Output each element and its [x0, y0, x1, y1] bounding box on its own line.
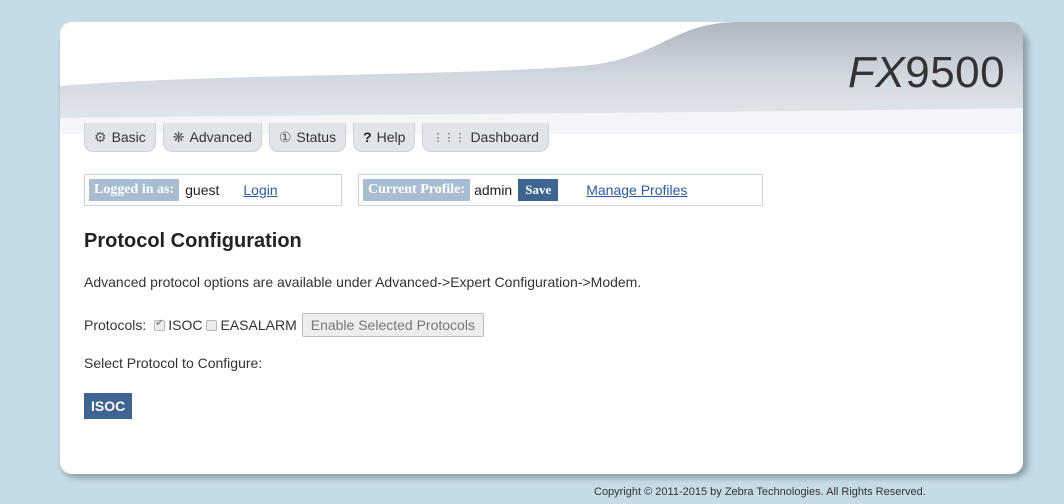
easalarm-checkbox-label: EASALARM — [220, 317, 297, 333]
tab-status-label: Status — [296, 129, 337, 145]
login-status-bar: Logged in as: guest Login — [84, 174, 342, 206]
save-profile-button[interactable]: Save — [518, 179, 559, 201]
grid-dots-icon: ⋮⋮⋮ — [432, 131, 466, 144]
page-description: Advanced protocol options are available … — [84, 274, 642, 290]
protocols-label: Protocols: — [84, 317, 147, 333]
login-link[interactable]: Login — [243, 182, 277, 198]
main-panel: FX9500 ⚙ Basic ❋ Advanced ① Status ? Hel… — [60, 22, 1023, 474]
page-title: Protocol Configuration — [84, 230, 302, 252]
isoc-checkbox[interactable] — [154, 318, 166, 331]
profile-bar: Current Profile: admin Save Manage Profi… — [358, 174, 763, 206]
current-profile-label: Current Profile: — [363, 179, 471, 201]
info-circle-icon: ① — [278, 128, 292, 145]
question-icon: ? — [363, 129, 372, 145]
profile-value: admin — [474, 182, 513, 198]
tab-dashboard[interactable]: ⋮⋮⋮ Dashboard — [422, 123, 549, 152]
tab-advanced-label: Advanced — [189, 129, 252, 145]
protocols-row: Protocols: ISOC EASALARM Enable Selected… — [84, 312, 484, 338]
logo-prefix: FX — [848, 48, 906, 97]
gear-icon: ⚙ — [94, 128, 107, 145]
isoc-checkbox-label: ISOC — [168, 317, 203, 333]
tab-help[interactable]: ? Help — [353, 123, 416, 152]
logo-suffix: 9500 — [905, 48, 1006, 97]
tab-help-label: Help — [376, 129, 406, 145]
gears-icon: ❋ — [172, 128, 185, 145]
main-tabs: ⚙ Basic ❋ Advanced ① Status ? Help ⋮⋮⋮ D… — [84, 121, 549, 152]
tab-basic-label: Basic — [111, 129, 146, 145]
logged-in-label: Logged in as: — [89, 179, 180, 201]
tab-advanced[interactable]: ❋ Advanced — [162, 123, 262, 152]
select-protocol-label: Select Protocol to Configure: — [84, 355, 263, 371]
tab-dashboard-label: Dashboard — [470, 129, 539, 145]
product-logo: FX9500 — [848, 48, 1005, 98]
username-value: guest — [185, 182, 220, 198]
isoc-protocol-button[interactable]: ISOC — [84, 393, 133, 419]
tab-basic[interactable]: ⚙ Basic — [84, 123, 156, 152]
enable-selected-protocols-button[interactable]: Enable Selected Protocols — [301, 313, 484, 337]
easalarm-checkbox[interactable] — [206, 319, 218, 331]
manage-profiles-link[interactable]: Manage Profiles — [586, 182, 687, 198]
tab-status[interactable]: ① Status — [268, 123, 347, 152]
copyright-notice: Copyright © 2011-2015 by Zebra Technolog… — [594, 486, 926, 498]
